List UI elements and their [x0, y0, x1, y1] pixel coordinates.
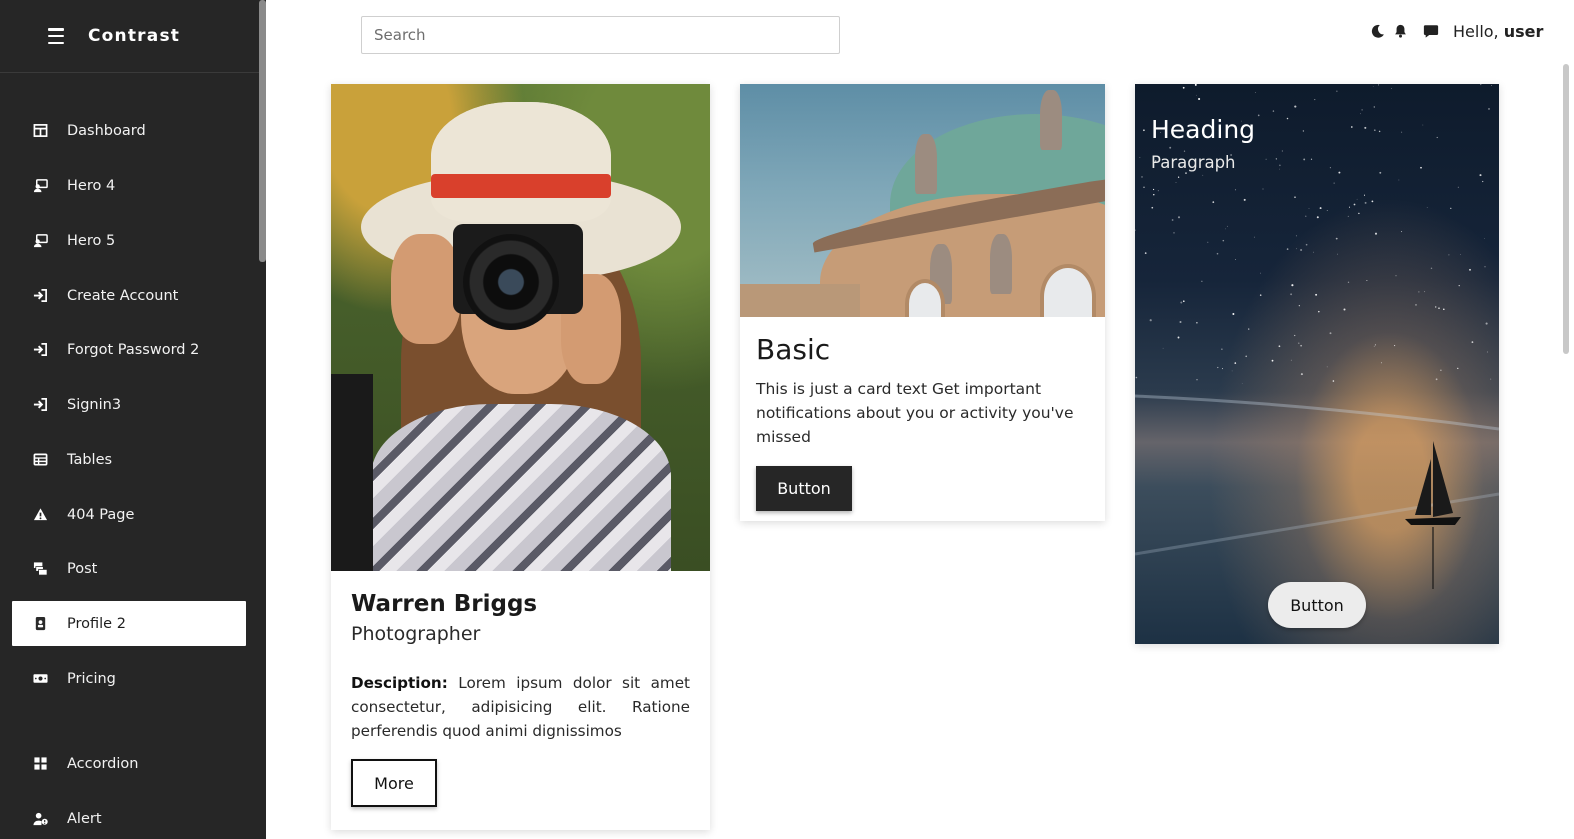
table-icon: [32, 452, 48, 468]
building-image: [740, 84, 1105, 317]
basic-card-text: This is just a card text Get important n…: [756, 380, 1074, 446]
warning-icon: [32, 507, 48, 523]
greeting-text: Hello,: [1453, 22, 1499, 41]
hamburger-menu-icon[interactable]: [46, 28, 66, 44]
search-input[interactable]: [361, 16, 840, 54]
overlay-card: Heading Paragraph Button: [1135, 84, 1499, 644]
basic-card: Basic This is just a card text Get impor…: [740, 84, 1105, 521]
bell-icon[interactable]: [1392, 22, 1408, 40]
profile-name: Warren Briggs: [351, 591, 538, 617]
user-screen-icon: [32, 178, 48, 194]
sidebar-item-create-account[interactable]: Create Account: [12, 273, 246, 318]
basic-card-title: Basic: [756, 333, 831, 366]
sidebar-item-label: Pricing: [67, 670, 116, 687]
sidebar-item-pricing[interactable]: Pricing: [12, 656, 246, 701]
sidebar-item-label: Dashboard: [67, 122, 146, 139]
sidebar-item-tables[interactable]: Tables: [12, 437, 246, 482]
sidebar-item-label: 404 Page: [67, 506, 135, 523]
sidebar-item-label: Tables: [67, 451, 113, 468]
sidebar-item-404-page[interactable]: 404 Page: [12, 492, 246, 537]
photographer-image: [331, 84, 710, 571]
id-badge-icon: [32, 616, 48, 632]
sign-in-icon: [32, 397, 48, 413]
sidebar-item-profile-2[interactable]: Profile 2: [12, 601, 246, 646]
sailboat-image: [1405, 441, 1461, 589]
sidebar-item-label: Hero 5: [67, 232, 116, 249]
profile-description: Desciption: Lorem ipsum dolor sit amet c…: [351, 671, 690, 743]
sidebar-item-hero-5[interactable]: Hero 5: [12, 218, 246, 263]
sign-in-icon: [32, 342, 48, 358]
app-title: Contrast: [88, 26, 181, 46]
message-icon[interactable]: [1423, 22, 1439, 40]
sidebar: Contrast Dashboard Hero 4 Hero 5 Create Acc…: [0, 0, 266, 839]
sign-in-icon: [32, 288, 48, 304]
overlay-paragraph: Paragraph: [1151, 153, 1236, 172]
sidebar-item-accordion[interactable]: Accordion: [12, 741, 246, 786]
description-label: Desciption:: [351, 674, 448, 692]
dashboard-icon: [32, 123, 48, 139]
user-screen-icon: [32, 233, 48, 249]
sidebar-item-label: Post: [67, 560, 98, 577]
sidebar-scrollbar[interactable]: [259, 0, 266, 262]
sidebar-item-forgot-password-2[interactable]: Forgot Password 2: [12, 327, 246, 372]
sidebar-item-label: Forgot Password 2: [67, 341, 200, 358]
sidebar-item-label: Alert: [67, 810, 102, 827]
profile-card: Warren Briggs Photographer Desciption: L…: [331, 84, 710, 830]
profile-role: Photographer: [351, 623, 481, 645]
main-scrollbar[interactable]: [1563, 64, 1569, 354]
sidebar-item-label: Signin3: [67, 396, 122, 413]
sidebar-item-hero-4[interactable]: Hero 4: [12, 163, 246, 208]
username: user: [1503, 22, 1544, 41]
grid-icon: [32, 756, 48, 772]
sidebar-item-dashboard[interactable]: Dashboard: [12, 108, 246, 153]
sidebar-item-label: Profile 2: [67, 615, 126, 632]
money-bill-icon: [32, 671, 48, 687]
mail-bulk-icon: [32, 561, 48, 577]
basic-card-button[interactable]: Button: [756, 466, 852, 511]
sidebar-item-post[interactable]: Post: [12, 546, 246, 591]
more-button[interactable]: More: [351, 759, 437, 807]
header-icons: [1369, 22, 1439, 40]
overlay-heading: Heading: [1151, 115, 1256, 144]
overlay-button[interactable]: Button: [1268, 582, 1366, 628]
sidebar-item-label: Hero 4: [67, 177, 116, 194]
sidebar-item-label: Accordion: [67, 755, 139, 772]
sidebar-item-alert[interactable]: Alert: [12, 796, 246, 839]
sidebar-item-signin3[interactable]: Signin3: [12, 382, 246, 427]
moon-icon[interactable]: [1369, 22, 1385, 40]
user-greeting[interactable]: Hello, user: [1453, 22, 1543, 41]
sidebar-header: Contrast: [0, 0, 266, 73]
user-alert-icon: [32, 811, 48, 827]
sidebar-item-label: Create Account: [67, 287, 179, 304]
